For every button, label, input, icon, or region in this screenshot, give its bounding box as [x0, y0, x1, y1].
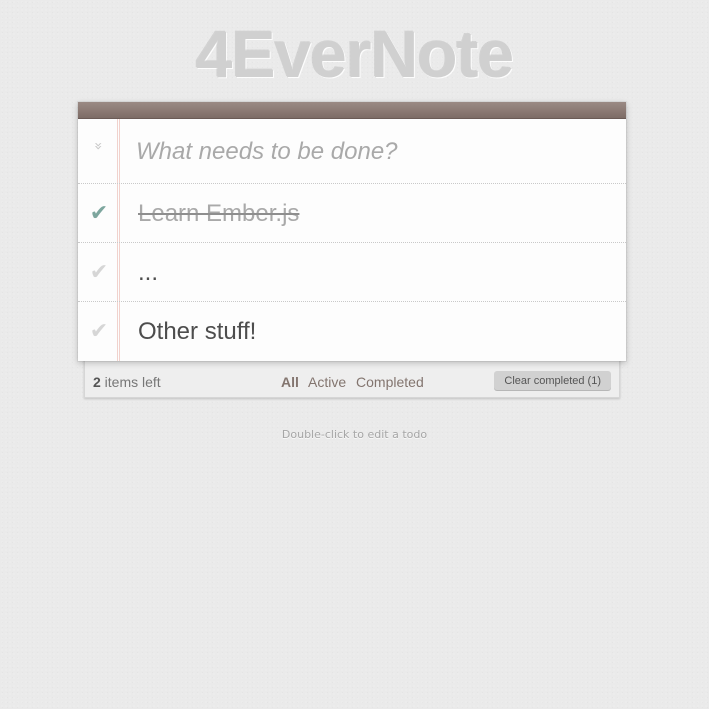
toggle-all-glyph: » — [90, 141, 106, 151]
filter-links: All Active Completed — [281, 374, 430, 390]
todo-label[interactable]: Other stuff! — [138, 316, 256, 348]
card-header-bar — [78, 102, 626, 119]
todo-card: » ✔ Learn Ember.js ✔ ... ✔ Other stuff! — [78, 102, 626, 361]
items-left-suffix: items left — [100, 374, 161, 390]
checkmark-icon[interactable]: ✔ — [88, 260, 110, 286]
filter-all-link[interactable]: All — [281, 374, 299, 390]
todo-item: ✔ Other stuff! — [78, 302, 626, 361]
todo-label[interactable]: ... — [138, 257, 158, 289]
double-chevron-down-icon[interactable]: » — [90, 141, 106, 161]
clear-completed-button[interactable]: Clear completed (1) — [494, 371, 611, 391]
todo-item: ✔ ... — [78, 243, 626, 302]
checkmark-icon[interactable]: ✔ — [88, 319, 110, 345]
app-title: 4EverNote — [195, 17, 515, 91]
filter-completed-link[interactable]: Completed — [356, 374, 424, 390]
edit-hint: Double-click to edit a todo — [281, 428, 428, 441]
items-left-number: 2 — [93, 374, 101, 390]
items-left-count: 2 items left — [93, 374, 161, 390]
todo-label[interactable]: Learn Ember.js — [138, 198, 299, 230]
new-todo-row: » — [78, 119, 626, 184]
filter-active-link[interactable]: Active — [308, 374, 346, 390]
checkmark-icon[interactable]: ✔ — [88, 201, 110, 227]
todo-item: ✔ Learn Ember.js — [78, 184, 626, 243]
todo-footer: 2 items left All Active Completed Clear … — [84, 363, 620, 398]
new-todo-input[interactable] — [136, 133, 606, 171]
